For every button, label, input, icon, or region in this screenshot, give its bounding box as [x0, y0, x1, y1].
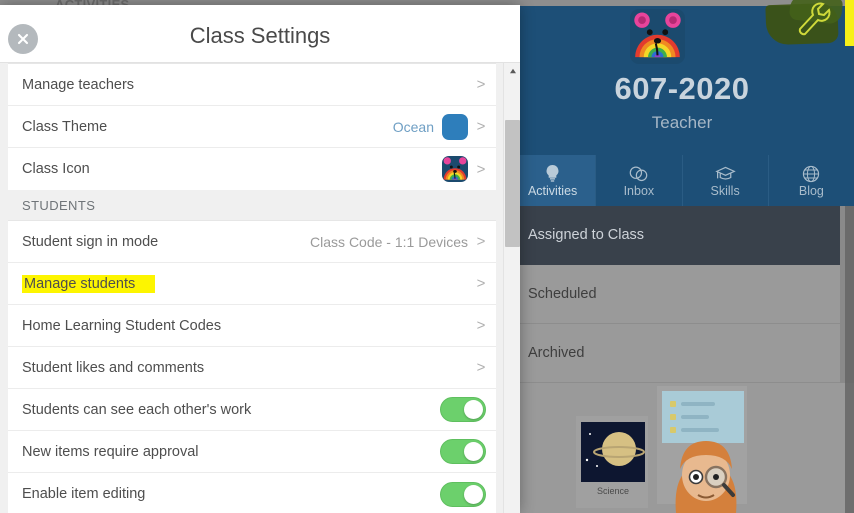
settings-group-students: Student sign in mode Class Code - 1:1 De… — [8, 220, 496, 513]
filter-assigned-to-class-label: Assigned to Class — [528, 227, 645, 243]
row-class-theme-right: Ocean > — [393, 106, 496, 147]
row-student-sign-in-mode-right: Class Code - 1:1 Devices > — [310, 221, 496, 262]
toggle-students-can-see-work[interactable] — [440, 397, 486, 422]
activity-card-science[interactable]: Science — [575, 415, 649, 509]
yellow-highlight-strip — [845, 0, 854, 46]
filter-scheduled-label: Scheduled — [528, 286, 597, 302]
filter-archived[interactable]: Archived — [510, 324, 840, 383]
row-students-can-see-work[interactable]: Students can see each other's work — [8, 389, 496, 431]
row-manage-students-label: Manage students — [22, 274, 138, 293]
row-new-items-require-approval-label: New items require approval — [22, 443, 199, 460]
checklist-bullet — [670, 401, 676, 407]
toggle-enable-item-editing[interactable] — [440, 481, 486, 507]
modal-left-gutter — [0, 121, 8, 513]
chevron-right-icon: > — [476, 359, 486, 376]
settings-scroll-pane[interactable]: Manage teachers > Class Theme Ocean > Cl… — [8, 63, 496, 513]
section-header-students: STUDENTS — [8, 190, 496, 220]
row-home-learning-student-codes[interactable]: Home Learning Student Codes > — [8, 305, 496, 347]
rainbow-bear-icon — [442, 156, 468, 182]
row-enable-item-editing[interactable]: Enable item editing — [8, 473, 496, 513]
chevron-right-icon: > — [476, 233, 486, 250]
row-class-icon[interactable]: Class Icon > — [8, 148, 496, 190]
scroll-up-arrow-icon[interactable] — [504, 63, 520, 79]
page-title: Class Settings — [189, 23, 331, 48]
row-student-likes-and-comments-right: > — [476, 347, 496, 388]
row-home-learning-student-codes-right: > — [476, 305, 496, 346]
toggle-knob — [464, 484, 483, 504]
row-class-theme-value: Ocean — [392, 118, 434, 135]
row-student-sign-in-mode[interactable]: Student sign in mode Class Code - 1:1 De… — [8, 221, 496, 263]
row-students-can-see-work-right — [440, 389, 496, 430]
tab-activities[interactable]: Activities — [510, 155, 597, 206]
speech-bubbles-icon — [629, 164, 648, 183]
row-class-theme[interactable]: Class Theme Ocean > — [8, 106, 496, 148]
row-manage-students[interactable]: Manage students > — [8, 263, 496, 305]
filter-scheduled[interactable]: Scheduled — [510, 265, 840, 324]
row-manage-teachers-label: Manage teachers — [22, 76, 135, 93]
tab-inbox[interactable]: Inbox — [596, 155, 683, 206]
rainbow-bear-icon — [630, 9, 685, 64]
row-new-items-require-approval-right — [440, 431, 496, 472]
row-class-icon-right: > — [442, 148, 496, 190]
lightbulb-icon — [544, 164, 561, 183]
row-enable-item-editing-right — [440, 473, 496, 513]
toggle-knob — [464, 400, 483, 419]
activity-cards-area: Science Writing — [510, 383, 854, 513]
toggle-knob — [464, 442, 483, 461]
class-settings-modal: Class Settings Manage teachers > Class T… — [0, 5, 520, 513]
scrollbar-thumb[interactable] — [505, 120, 520, 247]
row-new-items-require-approval[interactable]: New items require approval — [8, 431, 496, 473]
settings-group-class: Manage teachers > Class Theme Ocean > Cl… — [8, 63, 496, 190]
row-student-likes-and-comments[interactable]: Student likes and comments > — [8, 347, 496, 389]
tab-blog-label: Blog — [798, 183, 824, 198]
screen: ACTIVITIES — [0, 0, 854, 513]
wrench-icon[interactable] — [793, 0, 833, 42]
row-manage-teachers-right: > — [476, 64, 496, 105]
modal-scrollbar[interactable] — [503, 63, 520, 513]
row-student-likes-and-comments-label: Student likes and comments — [22, 359, 205, 376]
graduation-cap-icon — [714, 164, 736, 183]
row-class-theme-label: Class Theme — [22, 118, 108, 135]
filter-assigned-to-class[interactable]: Assigned to Class — [510, 206, 840, 265]
toggle-new-items-require-approval[interactable] — [440, 439, 486, 464]
class-name: 607-2020 — [614, 71, 750, 106]
chevron-right-icon: > — [476, 317, 486, 334]
row-class-icon-label: Class Icon — [22, 161, 90, 177]
checklist-line — [681, 402, 715, 406]
chevron-right-icon: > — [476, 76, 486, 93]
filter-archived-label: Archived — [528, 345, 585, 361]
modal-body: Manage teachers > Class Theme Ocean > Cl… — [0, 63, 520, 513]
background-bottom-right-edge — [845, 383, 854, 513]
row-students-can-see-work-label: Students can see each other's work — [22, 401, 252, 418]
planet-thumbnail — [581, 422, 645, 482]
row-manage-teachers[interactable]: Manage teachers > — [8, 64, 496, 106]
chevron-right-icon: > — [476, 160, 486, 178]
row-home-learning-student-codes-label: Home Learning Student Codes — [22, 317, 222, 334]
class-nav-tabs: Activities Inbox Skills Blog — [510, 155, 854, 206]
class-role: Teacher — [651, 113, 713, 132]
row-student-sign-in-mode-label: Student sign in mode — [22, 233, 159, 250]
activity-card-science-label: Science — [596, 486, 630, 496]
tab-skills-label: Skills — [710, 183, 740, 198]
activity-filter-list: Assigned to Class Scheduled Archived — [510, 206, 840, 383]
checklist-line — [681, 415, 709, 419]
globe-icon — [802, 164, 820, 183]
tab-activities-label: Activities — [527, 183, 578, 198]
row-manage-students-right: > — [476, 263, 496, 304]
tab-blog[interactable]: Blog — [769, 155, 854, 206]
detective-character-icon — [658, 425, 754, 513]
chevron-right-icon: > — [476, 118, 486, 135]
row-enable-item-editing-label: Enable item editing — [22, 486, 146, 502]
checklist-bullet — [670, 414, 676, 420]
tab-skills[interactable]: Skills — [683, 155, 769, 206]
theme-color-swatch — [442, 113, 468, 140]
tab-inbox-label: Inbox — [623, 183, 655, 198]
row-student-sign-in-mode-value: Class Code - 1:1 Devices — [310, 233, 468, 250]
chevron-right-icon: > — [476, 275, 486, 292]
modal-titlebar: Class Settings — [0, 5, 520, 63]
